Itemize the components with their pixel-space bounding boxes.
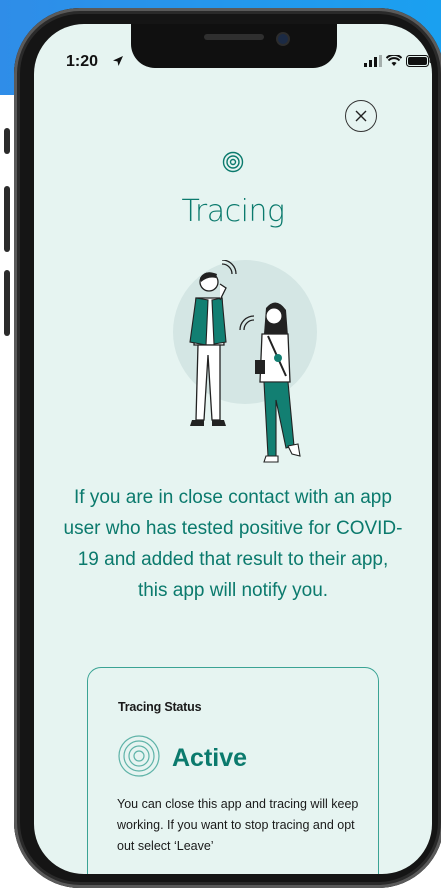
signal-icon bbox=[364, 55, 382, 67]
card-body-text: You can close this app and tracing will … bbox=[117, 797, 359, 853]
card-label: Tracing Status bbox=[118, 700, 202, 714]
front-camera bbox=[276, 32, 290, 46]
location-arrow-icon bbox=[113, 56, 123, 66]
status-active-text: Active bbox=[172, 744, 248, 772]
people-illustration bbox=[173, 260, 317, 463]
tracing-description: If you are in close contact with an app … bbox=[63, 487, 403, 601]
status-icons bbox=[364, 55, 432, 67]
close-icon bbox=[355, 110, 367, 122]
page-title: Tracing bbox=[181, 194, 285, 229]
volume-down-button bbox=[4, 270, 10, 336]
speaker bbox=[204, 34, 264, 40]
wifi-icon bbox=[386, 55, 402, 66]
close-button[interactable] bbox=[345, 100, 377, 132]
notch bbox=[131, 24, 337, 68]
tracing-status-card: Tracing Status Active You can close this… bbox=[87, 667, 379, 874]
mute-switch bbox=[4, 128, 10, 154]
active-rings-icon bbox=[118, 735, 160, 777]
volume-up-button bbox=[4, 186, 10, 252]
status-time: 1:20 bbox=[66, 53, 99, 70]
tracing-rings-icon bbox=[222, 151, 244, 173]
app-screen: 1:20 Tracing If you are in close contact… bbox=[34, 24, 432, 874]
battery-icon bbox=[406, 55, 432, 67]
